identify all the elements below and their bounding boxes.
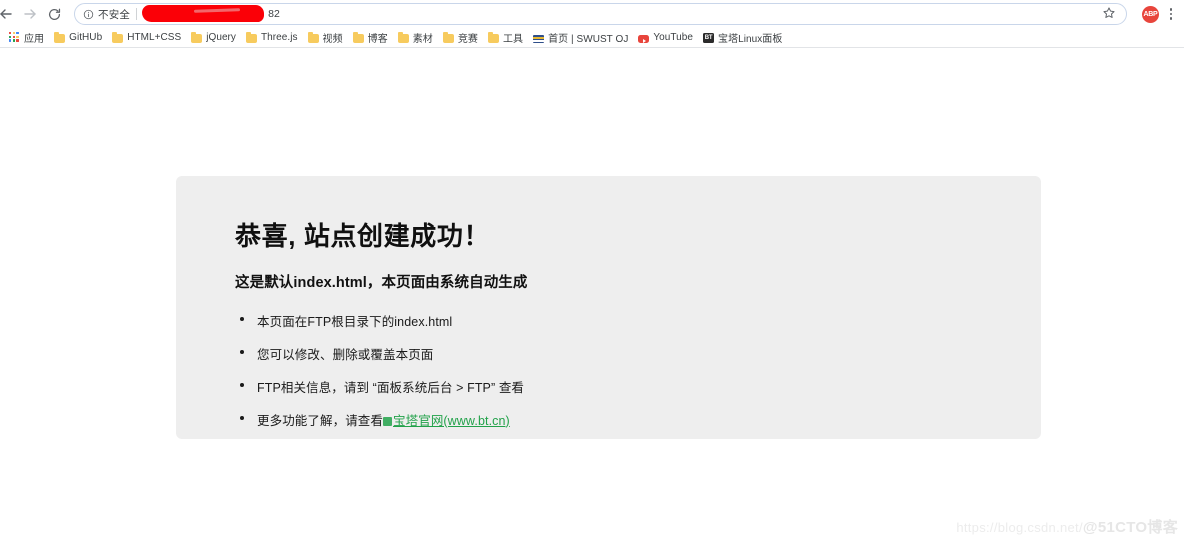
folder-icon — [246, 31, 257, 43]
house-icon — [383, 416, 393, 426]
forward-button[interactable] — [18, 2, 42, 26]
list-item: 更多功能了解，请查看 宝塔官网(www.bt.cn) — [235, 410, 1041, 429]
success-card: 恭喜, 站点创建成功！ 这是默认index.html，本页面由系统自动生成 本页… — [176, 176, 1041, 439]
youtube-icon — [638, 34, 650, 43]
profile-avatar[interactable]: ABP — [1142, 5, 1159, 23]
apps-grid-icon — [9, 32, 20, 43]
page-subtitle: 这是默认index.html，本页面由系统自动生成 — [235, 274, 528, 291]
page-title: 恭喜, 站点创建成功！ — [235, 221, 491, 251]
browser-menu-button[interactable] — [1164, 8, 1178, 20]
list-item: 本页面在FTP根目录下的index.html — [235, 311, 1041, 330]
bt-official-site-link[interactable]: 宝塔官网(www.bt.cn) — [383, 414, 510, 428]
watermark-suffix: @51CTO博客 — [1082, 519, 1178, 536]
feature-list: 本页面在FTP根目录下的index.html 您可以修改、删除或覆盖本页面 FT… — [235, 311, 1041, 429]
apps-grid-dot — [12, 39, 16, 42]
menu-dot — [1169, 8, 1173, 11]
folder-icon — [442, 31, 454, 43]
browser-toolbar: 不安全 82 ABP — [0, 0, 1184, 28]
folder-icon — [487, 31, 499, 43]
apps-grid-dot — [9, 35, 12, 39]
bookmark-item[interactable]: 首页 | SWUST OJ — [528, 30, 633, 46]
bookmark-item[interactable]: jQuery — [186, 30, 241, 46]
security-status-label: 不安全 — [98, 8, 131, 21]
address-bar[interactable]: 不安全 82 — [74, 3, 1127, 25]
bookmark-label: GitHUb — [69, 32, 103, 43]
bookmark-label: 首页 | SWUST OJ — [548, 34, 629, 45]
bookmark-item[interactable]: HTML+CSS — [107, 30, 186, 46]
bookmark-label: 素材 — [412, 34, 433, 45]
bookmarks-bar: 应用 GitHUb HTML+CSS jQuery Three.js 视频 博客 素材 竞赛 工具… — [0, 28, 1184, 48]
bookmark-item[interactable]: 竞赛 — [438, 30, 483, 46]
apps-grid-dot — [12, 32, 16, 35]
url-area[interactable]: 82 — [142, 5, 1098, 22]
bookmark-label: 竞赛 — [457, 34, 478, 45]
folder-icon — [54, 31, 66, 43]
bookmark-star-icon[interactable] — [1102, 6, 1118, 22]
list-item-text: 您可以修改、删除或覆盖本页面 — [257, 347, 434, 362]
bookmark-label: Three.js — [261, 32, 298, 43]
url-text: 82 — [268, 8, 280, 20]
back-button[interactable] — [0, 2, 18, 26]
page-viewport: 恭喜, 站点创建成功！ 这是默认index.html，本页面由系统自动生成 本页… — [0, 48, 1184, 544]
browser-chrome: 不安全 82 ABP 应用 GitHUb HTML+CSS jQuery Three.j… — [0, 0, 1184, 48]
list-item: FTP相关信息，请到 “面板系统后台 > FTP” 查看 — [235, 377, 1041, 396]
bookmark-label: YouTube — [653, 32, 694, 43]
bookmark-item[interactable]: 应用 — [4, 30, 49, 46]
bookmark-item[interactable]: 博客 — [348, 30, 393, 46]
bookmark-item[interactable]: YouTube — [633, 30, 698, 46]
apps-grid-dot — [16, 35, 19, 39]
bookmark-label: 应用 — [24, 34, 45, 45]
folder-icon — [397, 31, 409, 43]
bookmark-label: jQuery — [206, 32, 236, 43]
bookmark-item[interactable]: 素材 — [393, 30, 438, 46]
bookmark-label: HTML+CSS — [127, 32, 182, 43]
apps-grid-dot — [12, 35, 16, 39]
bt-link-label: 宝塔官网(www.bt.cn) — [393, 413, 510, 428]
list-item-text: 本页面在FTP根目录下的index.html — [257, 314, 453, 329]
folder-icon — [112, 31, 124, 43]
menu-dot — [1169, 12, 1173, 16]
bookmark-label: 宝塔Linux面板 — [718, 34, 783, 45]
bookmark-label: 视频 — [322, 34, 343, 45]
folder-icon — [191, 31, 203, 43]
folder-icon — [307, 31, 319, 43]
list-item: 您可以修改、删除或覆盖本页面 — [235, 344, 1041, 363]
bookmark-item[interactable]: 工具 — [483, 30, 528, 46]
folder-icon — [352, 31, 364, 43]
list-item-text: 更多功能了解，请查看 — [257, 413, 384, 428]
bookmark-label: 工具 — [502, 34, 524, 45]
apps-grid-dot — [16, 32, 19, 35]
bt-panel-icon: BT — [703, 32, 715, 43]
bookmark-item[interactable]: GitHUb — [49, 30, 107, 46]
apps-grid-dot — [9, 39, 12, 42]
reload-button[interactable] — [42, 2, 66, 26]
omnibox-divider — [136, 8, 138, 20]
apps-grid-dot — [16, 39, 19, 42]
bookmark-item[interactable]: Three.js — [241, 30, 303, 46]
bookmark-item[interactable]: BT 宝塔Linux面板 — [698, 30, 787, 46]
bookmark-item[interactable]: 视频 — [303, 30, 348, 46]
swust-icon — [533, 34, 545, 43]
menu-dot — [1169, 17, 1173, 20]
bookmark-label: 博客 — [367, 34, 388, 45]
info-circle-icon — [83, 9, 94, 20]
apps-grid-dot — [9, 32, 12, 35]
watermark: https://blog.csdn.net/@51CTO博客 — [956, 516, 1178, 537]
list-item-text: FTP相关信息，请到 “面板系统后台 > FTP” 查看 — [257, 380, 525, 395]
watermark-prefix: https://blog.csdn.net/ — [956, 520, 1083, 535]
